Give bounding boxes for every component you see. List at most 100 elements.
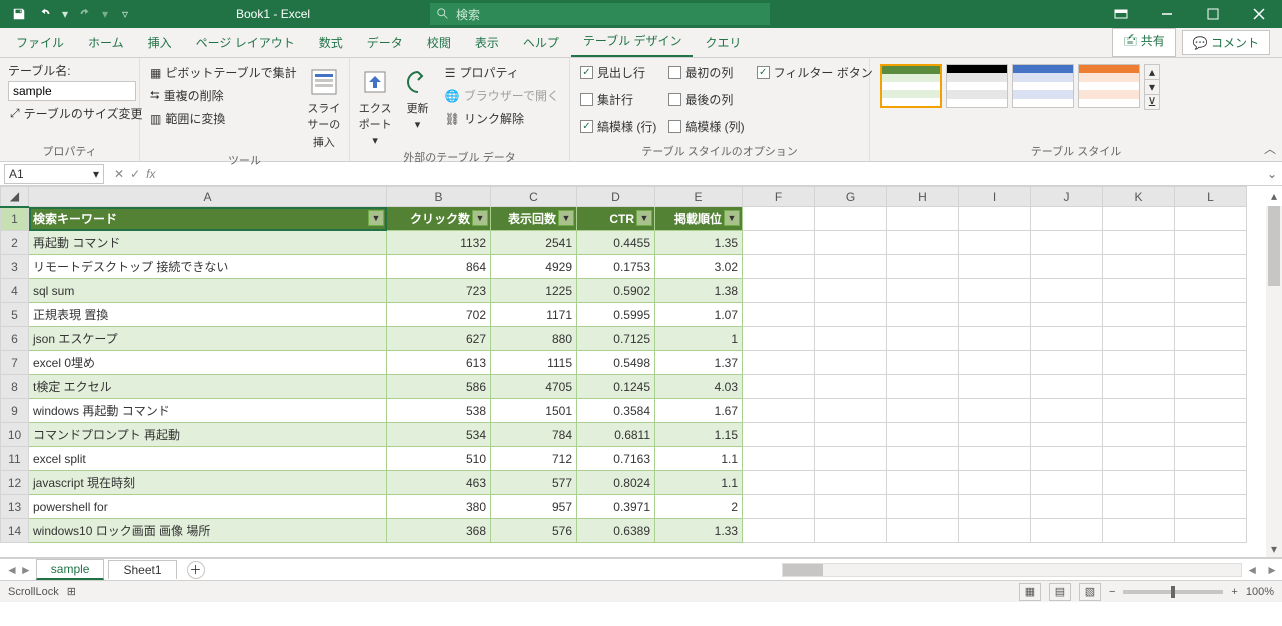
collapse-ribbon-icon[interactable]: ︿ (1264, 140, 1276, 157)
cell[interactable]: windows10 ロック画面 画像 場所 (29, 519, 387, 543)
cell[interactable] (959, 255, 1031, 279)
cell[interactable] (959, 519, 1031, 543)
select-all-corner[interactable]: ◢ (1, 187, 29, 207)
cell[interactable] (887, 279, 959, 303)
col-header-G[interactable]: G (815, 187, 887, 207)
cell[interactable]: t検定 エクセル (29, 375, 387, 399)
cell[interactable] (743, 255, 815, 279)
cell[interactable] (1175, 495, 1247, 519)
cell[interactable] (815, 327, 887, 351)
cell[interactable]: 1.1 (655, 471, 743, 495)
cell[interactable]: 880 (491, 327, 577, 351)
cell[interactable]: 534 (387, 423, 491, 447)
cell[interactable] (1031, 423, 1103, 447)
cell[interactable]: 1115 (491, 351, 577, 375)
sheet-tab-sample[interactable]: sample (36, 559, 105, 580)
row-header-4[interactable]: 4 (1, 279, 29, 303)
cell[interactable] (1175, 231, 1247, 255)
cell[interactable]: 1132 (387, 231, 491, 255)
tab-home[interactable]: ホーム (76, 28, 136, 57)
cell[interactable]: 0.3584 (577, 399, 655, 423)
cell[interactable]: コマンドプロンプト 再起動 (29, 423, 387, 447)
cell[interactable] (815, 495, 887, 519)
cell[interactable] (959, 279, 1031, 303)
search-box[interactable]: 検索 (430, 3, 770, 25)
cell[interactable] (815, 423, 887, 447)
cell[interactable] (815, 279, 887, 303)
filter-dropdown-icon[interactable]: ▼ (368, 210, 384, 226)
table-properties-button[interactable]: ☰プロパティ (443, 62, 561, 83)
vertical-scrollbar[interactable]: ▴ ▾ (1266, 206, 1282, 557)
cell[interactable] (743, 399, 815, 423)
cell[interactable] (1103, 423, 1175, 447)
cell[interactable]: 576 (491, 519, 577, 543)
remove-duplicates-button[interactable]: ⮀重複の削除 (148, 85, 299, 106)
cell[interactable] (959, 375, 1031, 399)
redo-icon[interactable] (74, 3, 96, 25)
table-header-cell[interactable]: クリック数▼ (387, 207, 491, 231)
cell[interactable] (815, 231, 887, 255)
cell[interactable] (1175, 279, 1247, 303)
cell[interactable]: json エスケープ (29, 327, 387, 351)
table-header-cell[interactable]: 掲載順位▼ (655, 207, 743, 231)
cell[interactable] (743, 351, 815, 375)
tab-query[interactable]: クエリ (693, 28, 753, 57)
row-header-8[interactable]: 8 (1, 375, 29, 399)
cell[interactable] (887, 351, 959, 375)
col-header-I[interactable]: I (959, 187, 1031, 207)
cell[interactable] (1031, 447, 1103, 471)
cell[interactable] (743, 303, 815, 327)
redo-dropdown-icon[interactable]: ▾ (100, 3, 110, 25)
cell[interactable] (887, 447, 959, 471)
row-header-7[interactable]: 7 (1, 351, 29, 375)
cell[interactable]: 正規表現 置換 (29, 303, 387, 327)
undo-icon[interactable] (34, 3, 56, 25)
tab-pagelayout[interactable]: ページ レイアウト (184, 28, 307, 57)
cell[interactable] (815, 447, 887, 471)
col-header-C[interactable]: C (491, 187, 577, 207)
cell[interactable]: 538 (387, 399, 491, 423)
cell[interactable] (1175, 255, 1247, 279)
cell[interactable]: リモートデスクトップ 接続できない (29, 255, 387, 279)
cell[interactable] (1175, 423, 1247, 447)
cell[interactable]: 1.33 (655, 519, 743, 543)
ribbon-display-icon[interactable] (1098, 0, 1144, 28)
cell[interactable] (815, 255, 887, 279)
cell[interactable]: 0.5995 (577, 303, 655, 327)
banded-rows-checkbox[interactable]: 縞模様 (行) (578, 116, 658, 137)
cell[interactable] (815, 375, 887, 399)
gallery-up-icon[interactable]: ▴ (1145, 65, 1159, 79)
style-green[interactable] (880, 64, 942, 108)
row-header-11[interactable]: 11 (1, 447, 29, 471)
cell[interactable]: 1.37 (655, 351, 743, 375)
cell[interactable] (887, 375, 959, 399)
gallery-down-icon[interactable]: ▾ (1145, 79, 1159, 94)
cell[interactable]: 0.5902 (577, 279, 655, 303)
cell[interactable]: 4705 (491, 375, 577, 399)
close-icon[interactable] (1236, 0, 1282, 28)
undo-dropdown-icon[interactable]: ▾ (60, 3, 70, 25)
scroll-up-icon[interactable]: ▴ (1266, 188, 1282, 204)
cell[interactable] (959, 447, 1031, 471)
cell[interactable] (887, 423, 959, 447)
cell[interactable]: 380 (387, 495, 491, 519)
cell[interactable] (959, 231, 1031, 255)
cell[interactable]: 0.6811 (577, 423, 655, 447)
cell[interactable] (1175, 471, 1247, 495)
cell[interactable]: 864 (387, 255, 491, 279)
filter-dropdown-icon[interactable]: ▼ (724, 210, 740, 226)
cell[interactable]: 0.1245 (577, 375, 655, 399)
cell[interactable]: 627 (387, 327, 491, 351)
cell[interactable] (1175, 519, 1247, 543)
cell[interactable]: 1501 (491, 399, 577, 423)
cell[interactable]: 0.3971 (577, 495, 655, 519)
unlink-button[interactable]: ⛓リンク解除 (443, 108, 561, 129)
cell[interactable] (1175, 327, 1247, 351)
cell[interactable] (959, 471, 1031, 495)
col-header-H[interactable]: H (887, 187, 959, 207)
cell[interactable] (1103, 279, 1175, 303)
col-header-L[interactable]: L (1175, 187, 1247, 207)
tab-review[interactable]: 校閲 (415, 28, 463, 57)
table-header-cell[interactable]: 検索キーワード▼ (29, 207, 387, 231)
cell[interactable]: 0.8024 (577, 471, 655, 495)
